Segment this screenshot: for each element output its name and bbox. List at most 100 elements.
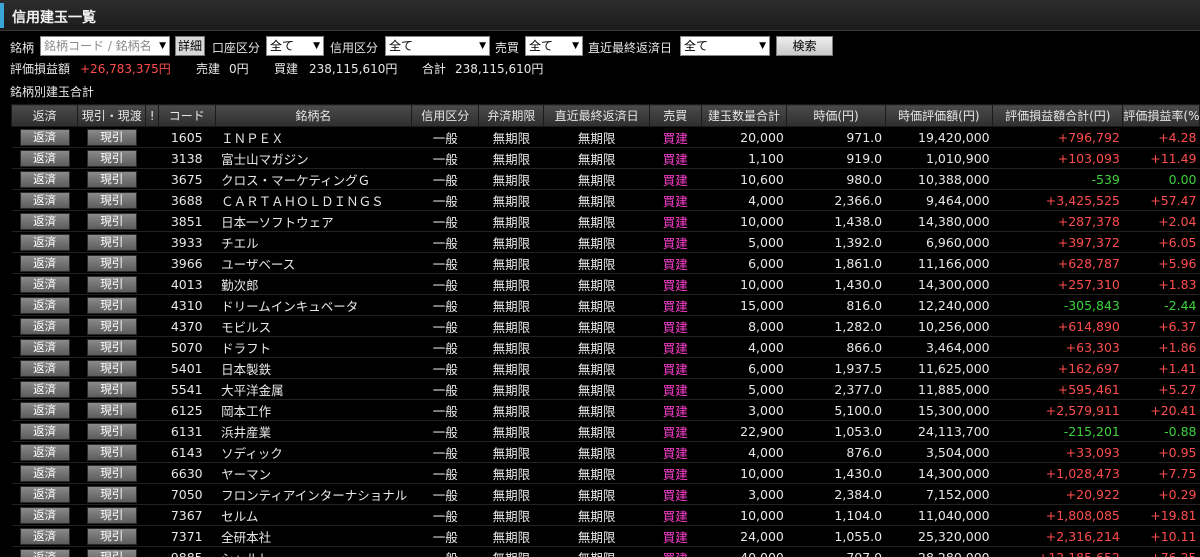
genbiki-button[interactable]: 現引 <box>86 443 137 461</box>
genbiki-button[interactable]: 現引 <box>86 254 137 272</box>
table-row[interactable]: 返済 現引 7371 全研本社 一般 無期限 無期限 買建 24,000 1,055.0 25,32… <box>11 525 1200 547</box>
header-name[interactable]: 銘柄名 <box>214 104 413 127</box>
credit-select[interactable]: 全て ▼ <box>385 36 490 56</box>
genbiki-button[interactable]: 現引 <box>86 128 137 146</box>
repay-button[interactable]: 返済 <box>19 485 70 503</box>
repay-button-cell: 返済 <box>11 420 78 442</box>
genbiki-button[interactable]: 現引 <box>86 149 137 167</box>
genbiki-button[interactable]: 現引 <box>86 401 137 419</box>
name-cell: シャルレ <box>215 546 412 557</box>
code-cell: 6131 <box>158 420 216 442</box>
table-row[interactable]: 返済 現引 7050 フロンティアインターナショナル 一般 無期限 無期限 買建 3,000 2,… <box>11 483 1200 505</box>
chevron-down-icon[interactable]: ▼ <box>759 37 766 55</box>
header-repay[interactable]: 返済 <box>10 104 79 127</box>
search-button[interactable]: 検索 <box>776 36 833 56</box>
genbiki-button[interactable]: 現引 <box>86 422 137 440</box>
chevron-down-icon[interactable]: ▼ <box>479 37 486 55</box>
code-cell: 3675 <box>158 168 216 190</box>
genbiki-button[interactable]: 現引 <box>86 464 137 482</box>
repay-button[interactable]: 返済 <box>19 275 70 293</box>
rate-cell: +6.05 <box>1122 231 1200 253</box>
repay-button[interactable]: 返済 <box>19 254 70 272</box>
detail-button[interactable]: 詳細 <box>175 36 205 56</box>
genbiki-button[interactable]: 現引 <box>86 506 137 524</box>
genbiki-button[interactable]: 現引 <box>86 233 137 251</box>
table-row[interactable]: 返済 現引 1605 ＩＮＰＥＸ 一般 無期限 無期限 買建 20,000 971.0 19,420… <box>11 126 1200 148</box>
table-row[interactable]: 返済 現引 6131 浜井産業 一般 無期限 無期限 買建 22,900 1,053.0 24,11… <box>11 420 1200 442</box>
repay-button[interactable]: 返済 <box>19 338 70 356</box>
alert-cell <box>145 315 159 337</box>
genbiki-button[interactable]: 現引 <box>86 338 137 356</box>
repay-button[interactable]: 返済 <box>19 296 70 314</box>
price-cell: 1,392.0 <box>786 231 886 253</box>
repay-button[interactable]: 返済 <box>19 191 70 209</box>
repay-button[interactable]: 返済 <box>19 317 70 335</box>
table-row[interactable]: 返済 現引 4370 モビルス 一般 無期限 無期限 買建 8,000 1,282.0 10,256… <box>11 315 1200 337</box>
genbiki-button[interactable]: 現引 <box>86 359 137 377</box>
header-genbiki[interactable]: 現引・現渡 <box>77 104 147 127</box>
credit-cell: 一般 <box>411 210 479 232</box>
table-row[interactable]: 返済 現引 5070 ドラフト 一般 無期限 無期限 買建 4,000 866.0 3,464,00… <box>11 336 1200 358</box>
header-due[interactable]: 直近最終返済日 <box>543 104 650 127</box>
table-row[interactable]: 返済 現引 3688 ＣＡＲＴＡＨＯＬＤＩＮＧＳ 一般 無期限 無期限 買建 4,000 2,36… <box>11 189 1200 211</box>
repay-button[interactable]: 返済 <box>19 422 70 440</box>
symbol-input[interactable]: 銘柄コード / 銘柄名 ▼ <box>40 36 170 56</box>
table-row[interactable]: 返済 現引 4310 ドリームインキュベータ 一般 無期限 無期限 買建 15,000 816.0… <box>11 294 1200 316</box>
table-row[interactable]: 返済 現引 3933 チエル 一般 無期限 無期限 買建 5,000 1,392.0 6,960,0… <box>11 231 1200 253</box>
table-row[interactable]: 返済 現引 3966 ユーザベース 一般 無期限 無期限 買建 6,000 1,861.0 11,1… <box>11 252 1200 274</box>
chevron-down-icon[interactable]: ▼ <box>313 37 320 55</box>
header-rate[interactable]: 評価損益率(%) <box>1122 104 1200 127</box>
account-select[interactable]: 全て ▼ <box>266 36 324 56</box>
repay-button[interactable]: 返済 <box>19 233 70 251</box>
table-row[interactable]: 返済 現引 3851 日本一ソフトウェア 一般 無期限 無期限 買建 10,000 1,438.0… <box>11 210 1200 232</box>
table-row[interactable]: 返済 現引 3675 クロス・マーケティングＧ 一般 無期限 無期限 買建 10,600 980.… <box>11 168 1200 190</box>
side-select[interactable]: 全て ▼ <box>525 36 583 56</box>
genbiki-button[interactable]: 現引 <box>86 275 137 293</box>
repay-button[interactable]: 返済 <box>19 170 70 188</box>
repay-button[interactable]: 返済 <box>19 359 70 377</box>
table-row[interactable]: 返済 現引 5401 日本製鉄 一般 無期限 無期限 買建 6,000 1,937.5 11,625… <box>11 357 1200 379</box>
pl-cell: +162,697 <box>992 357 1123 379</box>
genbiki-button[interactable]: 現引 <box>86 380 137 398</box>
table-row[interactable]: 返済 現引 6125 岡本工作 一般 無期限 無期限 買建 3,000 5,100.0 15,300… <box>11 399 1200 421</box>
table-row[interactable]: 返済 現引 6143 ソディック 一般 無期限 無期限 買建 4,000 876.0 3,504,0… <box>11 441 1200 463</box>
genbiki-button[interactable]: 現引 <box>86 485 137 503</box>
genbiki-button[interactable]: 現引 <box>86 317 137 335</box>
chevron-down-icon[interactable]: ▼ <box>159 37 166 55</box>
repay-button[interactable]: 返済 <box>19 506 70 524</box>
code-cell: 5401 <box>158 357 216 379</box>
repay-button[interactable]: 返済 <box>19 443 70 461</box>
table-row[interactable]: 返済 現引 5541 大平洋金属 一般 無期限 無期限 買建 5,000 2,377.0 11,88… <box>11 378 1200 400</box>
header-value[interactable]: 時価評価額(円) <box>884 104 994 127</box>
repay-button[interactable]: 返済 <box>19 128 70 146</box>
repay-button[interactable]: 返済 <box>19 527 70 545</box>
table-row[interactable]: 返済 現引 7367 セルム 一般 無期限 無期限 買建 10,000 1,104.0 11,040… <box>11 504 1200 526</box>
header-code[interactable]: コード <box>157 104 216 127</box>
header-pl[interactable]: 評価損益額合計(円) <box>992 104 1124 127</box>
genbiki-button[interactable]: 現引 <box>86 170 137 188</box>
genbiki-button[interactable]: 現引 <box>86 296 137 314</box>
header-alert[interactable]: ! <box>145 104 159 127</box>
genbiki-button[interactable]: 現引 <box>86 527 137 545</box>
repay-button[interactable]: 返済 <box>19 380 70 398</box>
repay-button[interactable]: 返済 <box>19 464 70 482</box>
repay-button[interactable]: 返済 <box>19 149 70 167</box>
genbiki-button[interactable]: 現引 <box>86 548 137 557</box>
due-select[interactable]: 全て ▼ <box>680 36 770 56</box>
header-limit[interactable]: 弁済期限 <box>478 104 545 127</box>
table-row[interactable]: 返済 現引 3138 富士山マガジン 一般 無期限 無期限 買建 1,100 919.0 1,010… <box>11 147 1200 169</box>
repay-button[interactable]: 返済 <box>19 401 70 419</box>
table-row[interactable]: 返済 現引 4013 勤次郎 一般 無期限 無期限 買建 10,000 1,430.0 14,300… <box>11 273 1200 295</box>
header-credit[interactable]: 信用区分 <box>411 104 480 127</box>
repay-button[interactable]: 返済 <box>19 212 70 230</box>
genbiki-button[interactable]: 現引 <box>86 191 137 209</box>
header-price[interactable]: 時価(円) <box>786 104 886 127</box>
header-side[interactable]: 売買 <box>648 104 702 127</box>
chevron-down-icon[interactable]: ▼ <box>572 37 579 55</box>
table-row[interactable]: 返済現引9885シャルレ一般無期限無期限買建40,000707.028,280,… <box>11 546 1200 557</box>
genbiki-button[interactable]: 現引 <box>86 212 137 230</box>
repay-button[interactable]: 返済 <box>19 548 70 557</box>
table-row[interactable]: 返済 現引 6630 ヤーマン 一般 無期限 無期限 買建 10,000 1,430.0 14,30… <box>11 462 1200 484</box>
name-cell: ソディック <box>215 441 412 463</box>
header-qty[interactable]: 建玉数量合計 <box>700 104 788 127</box>
